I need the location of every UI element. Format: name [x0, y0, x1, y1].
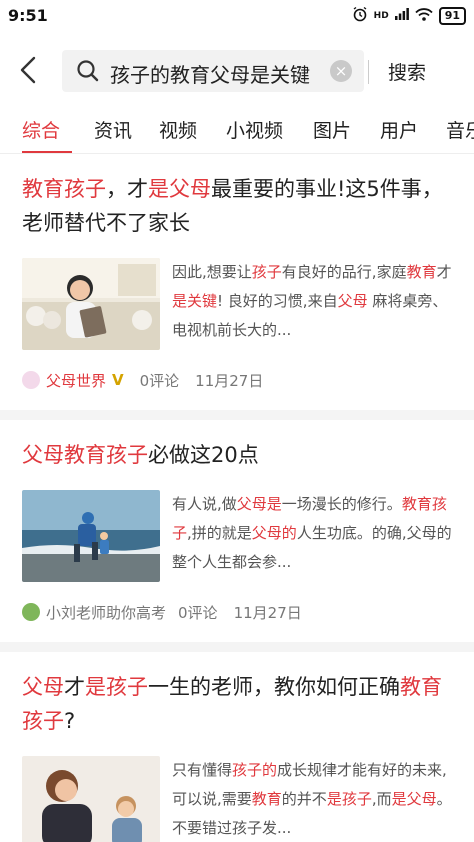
search-header: 孩子的教育父母是关键 × 搜索 [0, 36, 474, 106]
article-body: 因此,想要让孩子有良好的品行,家庭教育才是关键! 良好的习惯,来自父母 麻将桌旁… [22, 258, 452, 350]
tab-users[interactable]: 用户 [380, 116, 418, 143]
article-title[interactable]: 父母教育孩子必做这20点 [22, 438, 452, 472]
highlighted-keyword: 孩子 [251, 263, 282, 281]
article-title[interactable]: 父母才是孩子一生的老师，教你如何正确教育孩子? [22, 670, 452, 738]
search-icon [76, 59, 100, 87]
separator [0, 410, 474, 420]
article-snippet: 因此,想要让孩子有良好的品行,家庭教育才是关键! 良好的习惯,来自父母 麻将桌旁… [172, 258, 452, 350]
search-input[interactable]: 孩子的教育父母是关键 × [62, 50, 364, 92]
text-segment: ? [64, 709, 76, 733]
article-thumbnail[interactable] [22, 756, 160, 842]
text-segment: 一场漫长的修行。 [281, 495, 402, 513]
highlighted-keyword: 父母 [22, 675, 64, 699]
text-segment: 才 [64, 675, 85, 699]
result-feed: 教育孩子，才是父母最重要的事业!这5件事，老师替代不了家长 因此,想要让孩子有良… [0, 154, 474, 842]
article-thumbnail[interactable] [22, 490, 160, 582]
search-query: 孩子的教育父母是关键 [110, 63, 310, 87]
text-segment: 有良好的品行,家庭 [281, 263, 407, 281]
article-snippet: 有人说,做父母是一场漫长的修行。教育孩子,拼的就是父母的人生功底。的确,父母的整… [172, 490, 452, 582]
result-item[interactable]: 父母才是孩子一生的老师，教你如何正确教育孩子? 只有懂得孩子的成长规律才能有好的… [0, 652, 474, 842]
hd-signal-icon: HD [373, 10, 389, 21]
highlighted-keyword: 父母的 [251, 524, 297, 542]
text-segment: ,而 [371, 790, 392, 808]
text-segment: 只有懂得 [172, 761, 233, 779]
tab-news[interactable]: 资讯 [94, 116, 132, 143]
article-date: 11月27日 [233, 603, 302, 622]
comment-count: 0评论 [139, 371, 180, 390]
tab-images[interactable]: 图片 [313, 116, 351, 143]
battery-icon: 91 [438, 6, 466, 25]
back-button[interactable] [10, 52, 46, 88]
article-title[interactable]: 教育孩子，才是父母最重要的事业!这5件事，老师替代不了家长 [22, 172, 452, 240]
alarm-icon [352, 6, 368, 25]
highlighted-keyword: 父母是 [236, 495, 282, 513]
article-date: 11月27日 [195, 371, 264, 390]
category-tabs: 综合 资讯 视频 小视频 图片 用户 音乐 [0, 106, 474, 154]
status-icons: HD 91 [352, 6, 466, 25]
clear-icon[interactable]: × [330, 60, 352, 82]
text-segment: ，才 [106, 177, 148, 201]
status-bar: 9:51 HD 91 [0, 0, 474, 36]
text-segment: 因此,想要让 [172, 263, 252, 281]
text-segment: ,拼的就是 [187, 524, 252, 542]
separator [0, 642, 474, 652]
highlighted-keyword: 是 [148, 177, 169, 201]
highlighted-keyword: 是关键 [172, 292, 218, 310]
wifi-icon [415, 7, 433, 24]
search-divider [368, 60, 369, 84]
highlighted-keyword: 教育 [406, 263, 437, 281]
highlighted-keyword: 是父母 [391, 790, 437, 808]
highlighted-keyword: 是孩子 [85, 675, 148, 699]
verified-badge: V [112, 371, 124, 389]
text-segment: ! 良好的习惯,来自 [217, 292, 338, 310]
highlighted-keyword: 是 [326, 790, 342, 808]
highlighted-keyword: 父母教育孩子 [22, 443, 148, 467]
article-source[interactable]: 小刘老师助你高考 [46, 602, 166, 623]
article-meta: 父母世界 V 0评论 11月27日 [22, 350, 452, 410]
highlighted-keyword: 父母 [337, 292, 368, 310]
signal-icon [394, 8, 409, 23]
article-meta: 小刘老师助你高考 0评论 11月27日 [22, 582, 452, 642]
text-segment: 必做这20点 [148, 443, 259, 467]
article-thumbnail[interactable] [22, 258, 160, 350]
result-item[interactable]: 教育孩子，才是父母最重要的事业!这5件事，老师替代不了家长 因此,想要让孩子有良… [0, 154, 474, 410]
text-segment: 一生的老师，教你如何正确 [148, 675, 400, 699]
result-item[interactable]: 父母教育孩子必做这20点 有人说,做父母是一场漫长的修行。教育孩子,拼的就是父母… [0, 420, 474, 642]
article-snippet: 只有懂得孩子的成长规律才能有好的未来,可以说,需要教育的并不是孩子,而是父母。不… [172, 756, 452, 842]
comment-count: 0评论 [178, 603, 218, 622]
highlighted-keyword: 父母 [169, 177, 211, 201]
article-body: 只有懂得孩子的成长规律才能有好的未来,可以说,需要教育的并不是孩子,而是父母。不… [22, 756, 452, 842]
text-segment: 才 [436, 263, 452, 281]
tab-music[interactable]: 音乐 [446, 116, 474, 143]
chevron-left-icon [20, 56, 36, 84]
highlighted-keyword: 孩子 [341, 790, 372, 808]
tab-video[interactable]: 视频 [159, 116, 197, 143]
tab-short-video[interactable]: 小视频 [226, 116, 283, 143]
highlighted-keyword: 孩子的 [232, 761, 278, 779]
text-segment: 的并不 [281, 790, 327, 808]
article-source[interactable]: 父母世界 [46, 370, 106, 391]
tab-comprehensive[interactable]: 综合 [22, 116, 60, 143]
status-time: 9:51 [8, 6, 48, 25]
highlighted-keyword: 教育孩子 [22, 177, 106, 201]
source-avatar [22, 603, 40, 621]
highlighted-keyword: 教育 [251, 790, 282, 808]
text-segment: 有人说,做 [172, 495, 237, 513]
article-body: 有人说,做父母是一场漫长的修行。教育孩子,拼的就是父母的人生功底。的确,父母的整… [22, 490, 452, 582]
search-button[interactable]: 搜索 [388, 58, 426, 85]
source-avatar [22, 371, 40, 389]
